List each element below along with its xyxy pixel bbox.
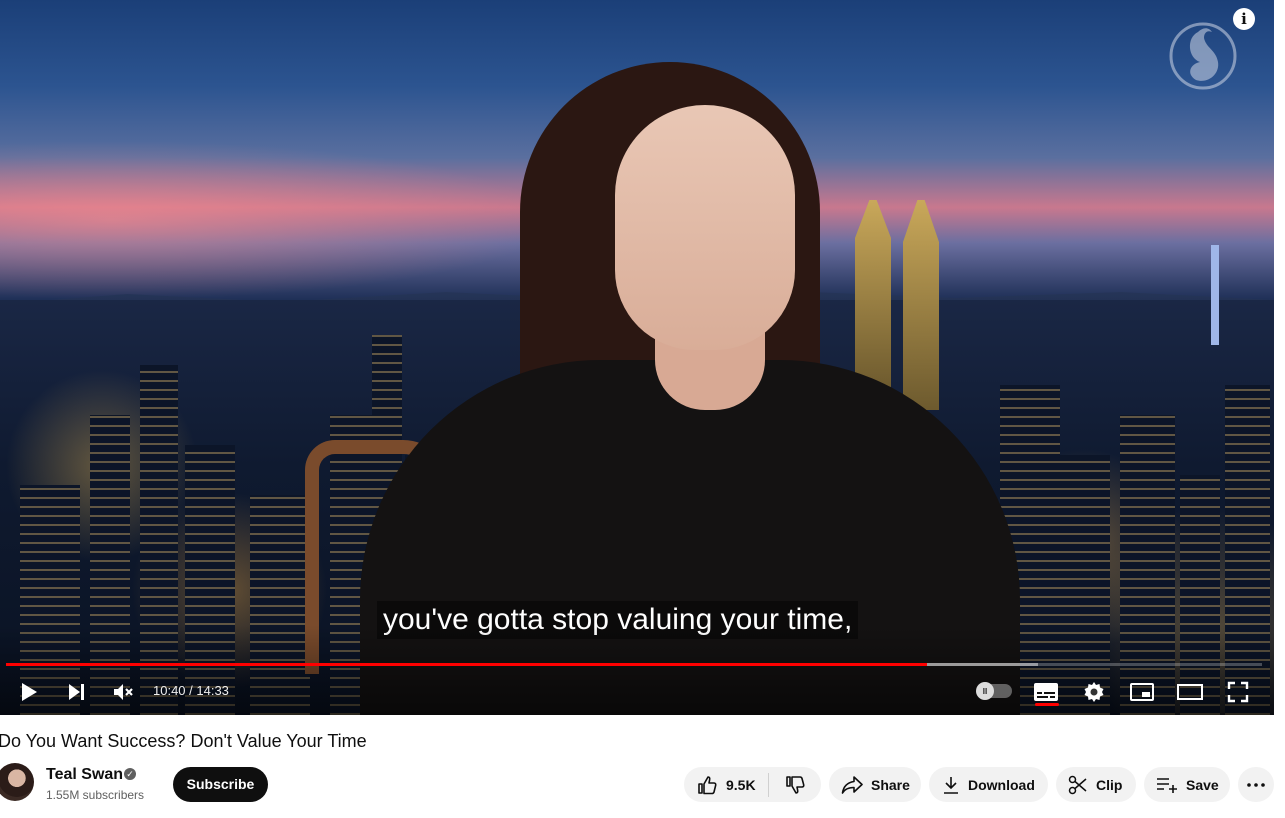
dislike-button[interactable]	[769, 773, 821, 797]
swan-logo-watermark	[1169, 22, 1237, 90]
clip-label: Clip	[1096, 776, 1123, 793]
sky-glow	[0, 140, 560, 300]
fullscreen-icon	[1227, 681, 1249, 703]
theater-icon	[1177, 684, 1203, 700]
like-dislike-group: 9.5K	[684, 767, 821, 802]
thumbs-down-icon	[786, 775, 805, 794]
more-horizontal-icon	[1247, 782, 1265, 787]
like-button[interactable]: 9.5K	[684, 772, 770, 797]
miniplayer-button[interactable]	[1127, 677, 1157, 707]
video-title: Do You Want Success? Don't Value Your Ti…	[0, 731, 367, 751]
channel-name[interactable]: Teal Swan	[46, 766, 123, 784]
download-label: Download	[968, 776, 1035, 793]
settings-icon	[1084, 682, 1104, 702]
settings-button[interactable]	[1079, 677, 1109, 707]
play-button[interactable]	[14, 677, 44, 707]
like-count: 9.5K	[726, 776, 756, 793]
person-face	[615, 105, 795, 350]
save-label: Save	[1186, 776, 1219, 793]
next-button[interactable]	[61, 677, 91, 707]
progress-played	[6, 663, 927, 666]
mute-button[interactable]	[108, 677, 138, 707]
subtitles-icon	[1034, 683, 1058, 701]
channel-avatar[interactable]	[0, 763, 34, 801]
video-player[interactable]: i you've gotta stop valuing your time, 1…	[0, 0, 1274, 715]
twin-tower-left	[855, 200, 891, 390]
tv-tower	[1211, 245, 1219, 345]
share-button[interactable]: Share	[829, 767, 921, 802]
download-icon	[944, 776, 958, 794]
subscribe-button[interactable]: Subscribe	[173, 767, 268, 802]
share-icon	[841, 775, 863, 794]
download-button[interactable]: Download	[929, 767, 1048, 802]
next-icon	[69, 684, 84, 700]
theater-mode-button[interactable]	[1175, 677, 1205, 707]
save-button[interactable]: Save	[1144, 767, 1230, 802]
more-actions-button[interactable]	[1238, 767, 1274, 802]
timecode: 10:40 / 14:33	[153, 683, 229, 698]
miniplayer-icon	[1130, 683, 1154, 701]
fullscreen-button[interactable]	[1223, 677, 1253, 707]
share-label: Share	[871, 776, 910, 793]
autoplay-toggle[interactable]: II	[976, 682, 1012, 700]
play-icon	[22, 683, 37, 701]
autoplay-pause-icon: II	[976, 682, 994, 700]
mute-icon	[114, 684, 133, 700]
subscriber-count: 1.55M subscribers	[46, 788, 145, 802]
progress-bar[interactable]	[6, 663, 1262, 666]
subtitles-active-indicator	[1035, 703, 1059, 706]
clip-button[interactable]: Clip	[1056, 767, 1136, 802]
scissors-icon	[1068, 775, 1087, 794]
thumbs-up-icon	[698, 775, 717, 794]
twin-tower-right	[903, 200, 939, 410]
add-to-playlist-icon	[1157, 777, 1177, 793]
verified-badge-icon: ✓	[124, 768, 136, 780]
